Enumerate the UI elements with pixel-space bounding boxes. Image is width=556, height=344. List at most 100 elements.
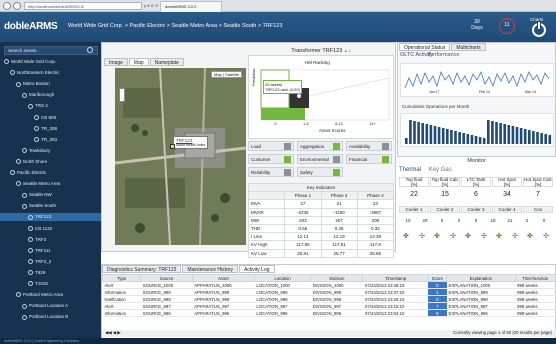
address-controls[interactable]: ρ ▾ ⊘ ⟳ [144, 2, 158, 10]
cumulative-bar [429, 125, 433, 144]
category-button[interactable]: Load [248, 141, 294, 151]
table-cell: APPARATUS_997 [192, 302, 255, 310]
sidebar-item[interactable]: Tewksbury [0, 147, 101, 155]
cumulative-bar [478, 137, 482, 144]
column-header[interactable]: Timestamp [362, 274, 429, 282]
sidebar-item[interactable]: Metro Boston [0, 80, 101, 88]
category-button[interactable]: Aggregation [297, 141, 343, 151]
tab-image[interactable]: Image [104, 58, 128, 66]
sidebar-item[interactable]: TRF111 [0, 247, 101, 255]
sidebar-item[interactable]: CB 1132 [0, 225, 101, 233]
table-row[interactable]: Alert SOURCE_1000 APPARATUS_1000 LOCATION_1… [102, 281, 556, 289]
sidebar-item[interactable]: Seattle Metro Area [0, 180, 101, 188]
search-icon[interactable] [87, 47, 93, 53]
table-row[interactable]: Information SOURCE_996 APPARATUS_996 LOCATI… [102, 309, 556, 317]
sidebar-item-label: Pacific Electric [17, 170, 47, 175]
sidebar-item[interactable]: TRF2 [0, 236, 101, 244]
column-header[interactable]: Location [253, 274, 312, 282]
category-button[interactable]: Customer [248, 154, 294, 164]
key-indicator-cell: MW [247, 215, 286, 225]
search-input[interactable]: Search assets [4, 46, 98, 55]
category-button[interactable]: Reliability [248, 167, 294, 177]
column-header[interactable]: Explanation [446, 274, 516, 282]
map-marker-icon[interactable] [170, 144, 175, 149]
sidebar-item[interactable]: TR_303 [0, 136, 101, 144]
table-cell: EXPLANATION_998 [446, 295, 516, 303]
address-bar[interactable]: http://localhost/doble/ARMS3.0/ [24, 2, 142, 10]
table-cell: DIVISION_999 [310, 288, 363, 296]
sidebar-item[interactable]: Portland Metro Area [0, 291, 101, 299]
status-tabs: Operational Status Multicharts [399, 43, 487, 51]
tree-node-icon [28, 214, 33, 220]
column-header[interactable]: Type [101, 274, 142, 282]
sidebar-item[interactable]: TRS 4 [0, 102, 101, 110]
column-header[interactable]: TimeToAction [514, 274, 556, 282]
tab-performance[interactable]: Performance [428, 52, 460, 58]
alert-count-badge[interactable]: 11 [499, 18, 515, 34]
cumulative-bar [474, 136, 478, 144]
tab-operational-status[interactable]: Operational Status [399, 43, 451, 51]
table-row[interactable]: Alert SOURCE_997 APPARATUS_997 LOCATION_997… [102, 302, 556, 310]
key-indicator-row: I Line 12.14 12.19 14.39 [247, 232, 395, 242]
column-header[interactable]: Asset [191, 274, 255, 282]
sidebar-item[interactable]: NorthEastern Electric [0, 69, 101, 77]
tab-maintenance-history[interactable]: Maintenance History [182, 265, 238, 273]
table-row[interactable]: Notification SOURCE_998 APPARATUS_998 LOCAT… [102, 295, 556, 303]
tab-nameplate[interactable]: Nameplate [149, 58, 184, 66]
breadcrumb[interactable]: World Wide Grid Corp. > Pacific Electric… [68, 23, 282, 29]
column-header[interactable]: Source [140, 274, 193, 282]
tab-thermal[interactable]: Thermal [399, 167, 421, 173]
sidebar-item[interactable]: TR_308 [0, 125, 101, 133]
sidebar-item-label: CB 809 [41, 114, 57, 120]
sidebar-item[interactable]: Portland Location B [0, 313, 101, 321]
forward-icon[interactable] [13, 2, 21, 10]
map-toggle-map[interactable]: Map [214, 72, 222, 77]
power-icon[interactable] [532, 21, 546, 37]
column-header[interactable]: Score [427, 274, 448, 282]
x-tick: 11+ [369, 122, 376, 126]
sidebar-item[interactable]: CB 809 [0, 114, 101, 122]
table-cell: LOCATION_1000 [254, 281, 311, 289]
category-button[interactable]: Safety [297, 167, 343, 177]
table-row[interactable]: Information SOURCE_999 APPARATUS_999 LOCATI… [102, 288, 556, 296]
map-toggle[interactable]: Map | Satellite [211, 71, 243, 78]
sidebar-item[interactable]: Seattle NW [0, 191, 101, 199]
tab-map[interactable]: Map [128, 58, 149, 66]
sidebar-item[interactable]: World Wide Grid Corp. [0, 58, 101, 66]
table-cell: 07/24/2013 23:15:10 [362, 302, 429, 310]
column-header[interactable]: Division [310, 274, 364, 282]
pager-prev-icon[interactable]: ◀◀ ◀ ▶ [105, 330, 121, 335]
tree-node-icon [22, 314, 27, 320]
tab-diagnostics-summary[interactable]: Diagnostics Summary: TRF123 [102, 265, 182, 273]
sidebar-item[interactable]: T1018 [0, 280, 101, 288]
sidebar-item[interactable]: TRF123 [0, 213, 101, 222]
key-indicator-row: KV High 117.85 117.81 117.8 [247, 240, 395, 250]
sidebar-item[interactable]: Seattle South [0, 202, 101, 210]
table-cell: LOCATION_997 [254, 302, 311, 310]
map-toggle-satellite[interactable]: Satellite [225, 72, 239, 77]
category-button[interactable]: Availability [346, 141, 392, 151]
category-button[interactable]: Environmental [297, 154, 343, 164]
sidebar-item[interactable]: Marlborough [0, 91, 101, 99]
tab-activity-log[interactable]: Activity Log [238, 265, 275, 273]
sidebar-item[interactable]: T829 [0, 269, 101, 277]
satellite-map[interactable]: Map | Satellite TRF123 Asset Health Inde… [115, 68, 246, 245]
tab-multicharts[interactable]: Multicharts [451, 43, 486, 51]
sidebar-item[interactable]: North Shore [0, 158, 101, 166]
category-button[interactable]: Financial [346, 154, 392, 164]
tab-key-gas[interactable]: Key Gas [429, 167, 452, 173]
sidebar-item[interactable]: Portland Location A [0, 302, 101, 310]
sidebar-item-label: Seattle NW [29, 192, 52, 198]
footer: dobleARMS 3.0.0 | Doble Engineering Comp… [0, 338, 556, 344]
table-cell: 999 weeks [515, 309, 556, 317]
map-popup[interactable]: TRF123 Asset Health Index [173, 136, 209, 149]
days-selector[interactable]: 30 Days [464, 19, 490, 31]
cumulative-bar [458, 132, 461, 144]
pager-text: Currently viewing page 1 of 50 (20 resul… [453, 330, 552, 335]
sidebar-item[interactable]: TRF2_2 [0, 258, 101, 266]
sidebar-item[interactable]: Pacific Electric [0, 169, 101, 177]
cumulative-bar [441, 128, 445, 144]
browser-tab[interactable]: dobleARMS 3.0.0 [160, 1, 222, 12]
zoom-control[interactable] [119, 88, 125, 102]
back-icon[interactable] [3, 2, 11, 10]
